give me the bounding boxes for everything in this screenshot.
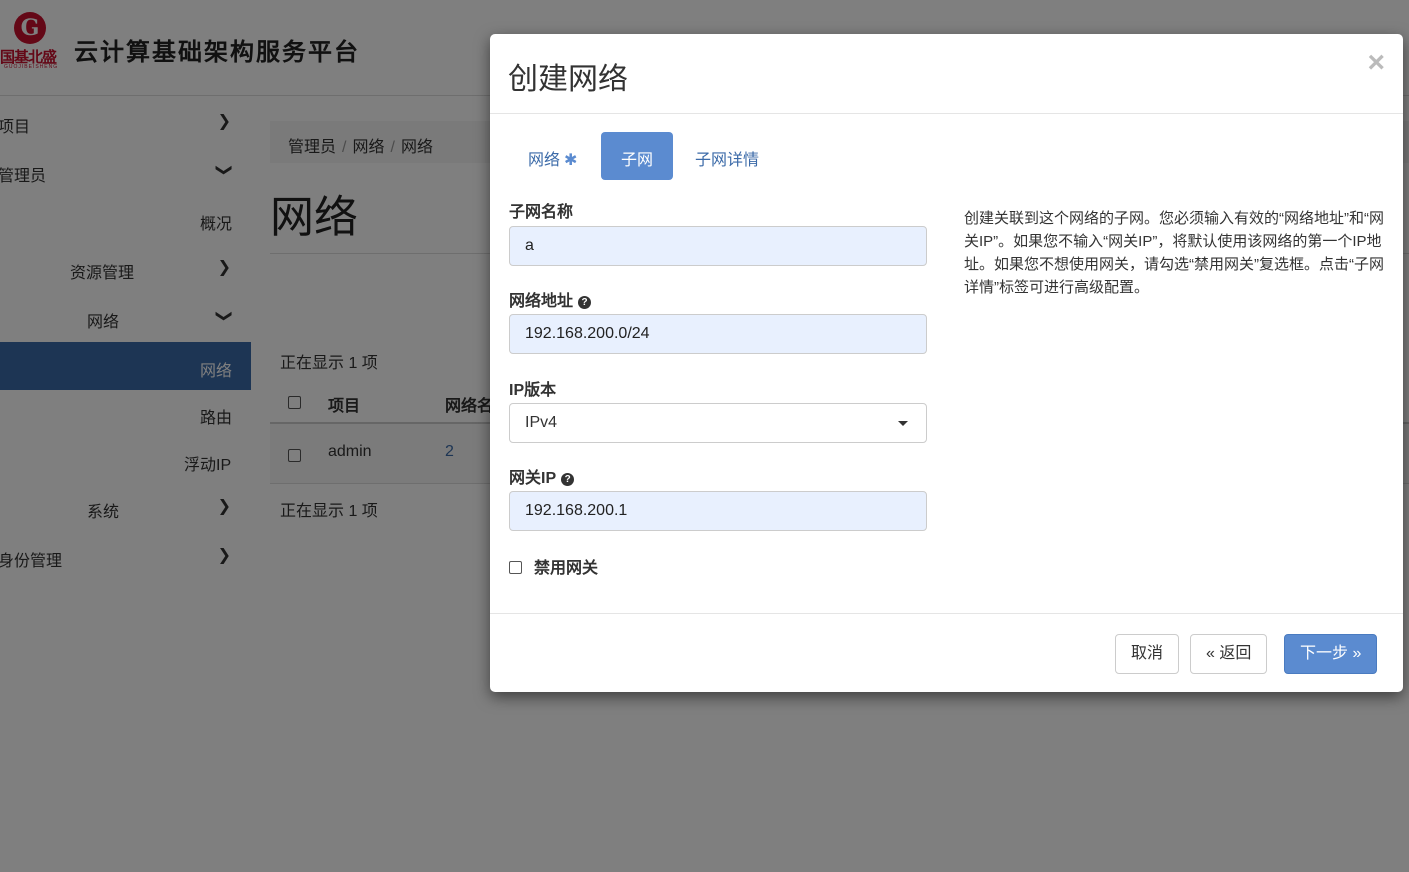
tab-subnet[interactable]: 子网 (601, 132, 674, 180)
close-icon[interactable]: × (1367, 48, 1385, 78)
ip-version-label: IP版本 (509, 382, 557, 399)
subnet-name-input[interactable] (509, 226, 927, 266)
help-description: 创建关联到这个网络的子网。您必须输入有效的“网络地址”和“网关IP”。如果您不输… (964, 210, 1384, 296)
next-button[interactable]: 下一步 » (1284, 634, 1378, 674)
gateway-ip-label-text: 网关IP (509, 470, 557, 487)
ip-version-selected-value: IPv4 (525, 414, 558, 431)
gateway-ip-input[interactable] (509, 491, 927, 531)
modal-footer: 取消 « 返回 下一步 » (490, 613, 1403, 692)
back-button[interactable]: « 返回 (1190, 634, 1268, 674)
tab-label: 子网 (621, 152, 654, 169)
help-icon[interactable]: ? (578, 296, 592, 309)
help-icon[interactable]: ? (561, 473, 575, 486)
network-address-label-text: 网络地址 (509, 293, 574, 310)
disable-gateway-checkbox[interactable] (509, 561, 522, 574)
ip-version-select[interactable]: IPv4 (509, 403, 927, 443)
cancel-button[interactable]: 取消 (1115, 634, 1180, 674)
create-network-dialog: 创建网络 × 网络✱ 子网 子网详情 子网名称 网络地址? IP版本 IPv4 … (490, 34, 1403, 692)
network-address-input[interactable] (509, 314, 927, 354)
network-address-label: 网络地址? (509, 287, 592, 311)
caret-down-icon (898, 421, 908, 426)
tab-label: 网络 (528, 152, 561, 169)
disable-gateway-label: 禁用网关 (534, 560, 599, 577)
gateway-ip-label: 网关IP? (509, 464, 575, 488)
tab-network[interactable]: 网络 ✱ (508, 132, 597, 180)
modal-title: 创建网络 (508, 63, 628, 96)
modal-header: 创建网络 × (490, 34, 1403, 114)
disable-gateway-row[interactable]: 禁用网关 (509, 554, 598, 578)
required-asterisk-icon: ✱ (564, 152, 578, 169)
subnet-name-label: 子网名称 (509, 204, 574, 221)
tab-subnet-details[interactable]: 子网详情 (675, 132, 779, 180)
tab-label: 子网详情 (695, 152, 760, 169)
